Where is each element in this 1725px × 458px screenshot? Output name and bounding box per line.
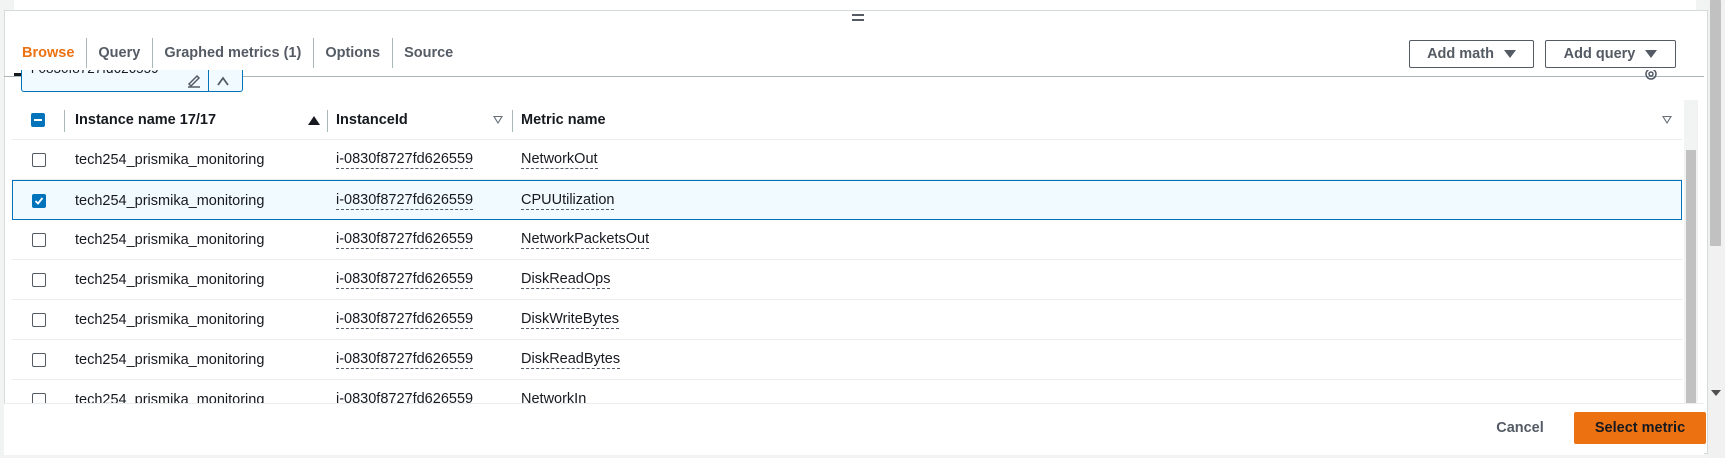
add-query-label: Add query	[1563, 46, 1636, 62]
tab-options[interactable]: Options	[313, 38, 392, 68]
instance-id-link[interactable]: i-0830f8727fd626559	[336, 391, 473, 404]
metric-name-link[interactable]: NetworkPacketsOut	[521, 231, 650, 249]
metric-name-link[interactable]: NetworkOut	[521, 151, 598, 169]
drag-handle-icon[interactable]	[852, 14, 864, 23]
caret-down-icon	[1645, 50, 1658, 58]
add-query-button[interactable]: Add query	[1545, 40, 1676, 68]
row-checkbox[interactable]	[32, 152, 46, 167]
token-divider	[208, 70, 209, 91]
gear-icon[interactable]	[1643, 68, 1659, 87]
sort-icon[interactable]	[493, 100, 503, 140]
instance-id-link[interactable]: i-0830f8727fd626559	[336, 231, 474, 249]
column-header-instance-id[interactable]: InstanceId	[336, 100, 408, 140]
filter-token-value: i-0830f8727fd626559	[31, 70, 159, 76]
row-checkbox[interactable]	[32, 232, 46, 247]
row-checkbox[interactable]	[32, 392, 46, 403]
column-divider[interactable]	[512, 110, 513, 132]
check-icon	[34, 196, 44, 205]
metric-name-link[interactable]: NetworkIn	[521, 391, 586, 404]
tab-query[interactable]: Query	[86, 38, 152, 68]
close-icon[interactable]	[215, 73, 231, 91]
instance-id-link[interactable]: i-0830f8727fd626559	[336, 351, 474, 369]
metric-name-link[interactable]: DiskReadBytes	[521, 351, 621, 369]
instance-name-cell: tech254_prismika_monitoring	[75, 391, 265, 404]
table-scrollbar-thumb[interactable]	[1686, 150, 1696, 403]
table-row[interactable]: tech254_prismika_monitoring i-0830f8727f…	[12, 140, 1682, 180]
table-row[interactable]: tech254_prismika_monitoring i-0830f8727f…	[12, 340, 1682, 380]
modal-footer	[4, 403, 1704, 455]
add-math-label: Add math	[1427, 46, 1494, 62]
column-header-metric-name[interactable]: Metric name	[521, 100, 606, 140]
select-metric-button[interactable]: Select metric	[1574, 412, 1706, 444]
row-checkbox[interactable]	[32, 272, 46, 287]
metric-name-link[interactable]: DiskReadOps	[521, 271, 611, 289]
tab-graphed-metrics[interactable]: Graphed metrics (1)	[152, 38, 313, 68]
sort-icon[interactable]	[1662, 100, 1672, 140]
table-row-selected[interactable]: tech254_prismika_monitoring i-0830f8727f…	[12, 180, 1682, 220]
instance-id-link[interactable]: i-0830f8727fd626559	[336, 192, 474, 210]
add-math-button[interactable]: Add math	[1409, 40, 1534, 68]
table-row[interactable]: tech254_prismika_monitoring i-0830f8727f…	[12, 300, 1682, 340]
cancel-button[interactable]: Cancel	[1480, 412, 1560, 444]
tab-browse[interactable]: Browse	[10, 38, 86, 68]
row-checkbox[interactable]	[32, 352, 46, 367]
instance-name-cell: tech254_prismika_monitoring	[75, 192, 265, 209]
indeterminate-checkbox-icon[interactable]	[31, 113, 45, 127]
filter-token[interactable]: i-0830f8727fd626559	[21, 70, 243, 92]
instance-id-link[interactable]: i-0830f8727fd626559	[336, 271, 474, 289]
instance-id-link[interactable]: i-0830f8727fd626559	[336, 311, 474, 329]
metric-name-link[interactable]: CPUUtilization	[521, 192, 615, 210]
row-checkbox-checked[interactable]	[32, 193, 46, 208]
table-header: Instance name 17/17 InstanceId Metric na…	[12, 100, 1682, 140]
table-row[interactable]: tech254_prismika_monitoring i-0830f8727f…	[12, 260, 1682, 300]
instance-name-cell: tech254_prismika_monitoring	[75, 351, 265, 368]
instance-id-link[interactable]: i-0830f8727fd626559	[336, 151, 474, 169]
page-scrollbar-thumb[interactable]	[1710, 0, 1721, 246]
sort-ascending-icon[interactable]	[308, 100, 320, 140]
edit-icon[interactable]	[186, 72, 202, 91]
table-row[interactable]: tech254_prismika_monitoring i-0830f8727f…	[12, 220, 1682, 260]
tab-source[interactable]: Source	[392, 38, 465, 68]
instance-name-cell: tech254_prismika_monitoring	[75, 151, 265, 168]
column-header-instance-name[interactable]: Instance name 17/17	[75, 100, 216, 140]
table-row[interactable]: tech254_prismika_monitoring i-0830f8727f…	[12, 380, 1682, 403]
column-divider[interactable]	[327, 110, 328, 132]
row-checkbox[interactable]	[32, 312, 46, 327]
table-body: tech254_prismika_monitoring i-0830f8727f…	[12, 140, 1682, 403]
caret-down-icon	[1503, 50, 1516, 58]
tabs-divider	[4, 76, 1704, 77]
select-all-checkbox[interactable]	[31, 100, 45, 140]
page-scroll-down-icon[interactable]	[1711, 390, 1721, 396]
graph-area-bottom	[14, 0, 1696, 10]
column-divider	[64, 110, 65, 132]
instance-name-cell: tech254_prismika_monitoring	[75, 271, 265, 288]
metric-name-link[interactable]: DiskWriteBytes	[521, 311, 620, 329]
instance-name-cell: tech254_prismika_monitoring	[75, 311, 265, 328]
instance-name-cell: tech254_prismika_monitoring	[75, 231, 265, 248]
